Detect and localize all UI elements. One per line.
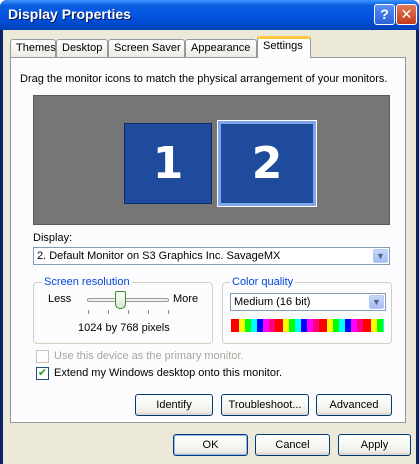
resolution-less-label: Less [48,293,72,305]
extend-desktop-checkbox[interactable]: ✔ [36,367,49,380]
primary-monitor-checkbox[interactable] [36,350,49,363]
chevron-down-icon[interactable]: ▼ [369,295,384,309]
slider-tick [88,310,89,314]
apply-button[interactable]: Apply [338,434,411,456]
display-select-value: 2. Default Monitor on S3 Graphics Inc. S… [37,250,281,262]
color-quality-value: Medium (16 bit) [234,296,311,308]
chevron-down-icon[interactable]: ▼ [373,249,388,263]
slider-tick [108,310,109,314]
tab-themes[interactable]: Themes [10,39,56,57]
display-label: Display: [33,232,73,244]
resolution-slider-track[interactable] [87,298,169,302]
monitor-2-icon[interactable]: 2 [217,120,317,207]
window-title: Display Properties [8,6,131,22]
resolution-slider-thumb[interactable] [115,291,126,309]
color-quality-group [222,282,392,344]
slider-tick [128,310,129,314]
color-quality-title: Color quality [230,276,296,288]
identify-button[interactable]: Identify [135,394,213,416]
instructions-text: Drag the monitor icons to match the phys… [20,73,388,85]
color-quality-select[interactable]: Medium (16 bit) ▼ [230,293,386,311]
advanced-button[interactable]: Advanced [316,394,392,416]
color-spectrum-bar [231,319,384,332]
help-button[interactable]: ? [374,4,395,25]
monitor-1-icon[interactable]: 1 [124,123,212,204]
tab-screen-saver[interactable]: Screen Saver [108,39,185,57]
primary-monitor-label: Use this device as the primary monitor. [54,350,244,362]
resolution-more-label: More [173,293,199,305]
ok-button[interactable]: OK [173,434,248,456]
close-button[interactable]: ✕ [396,4,417,25]
tab-settings[interactable]: Settings [257,36,311,58]
check-icon: ✔ [37,367,48,379]
title-bar[interactable]: Display Properties ? ✕ [0,0,419,30]
cancel-button[interactable]: Cancel [255,434,330,456]
resolution-value: 1024 by 768 pixels [78,322,170,334]
slider-tick [168,310,169,314]
tab-appearance[interactable]: Appearance [185,39,257,57]
extend-desktop-label: Extend my Windows desktop onto this moni… [54,367,283,379]
display-select[interactable]: 2. Default Monitor on S3 Graphics Inc. S… [33,247,390,265]
screen-resolution-title: Screen resolution [42,276,132,288]
slider-tick [148,310,149,314]
tab-desktop[interactable]: Desktop [56,39,108,57]
troubleshoot-button[interactable]: Troubleshoot... [221,394,309,416]
